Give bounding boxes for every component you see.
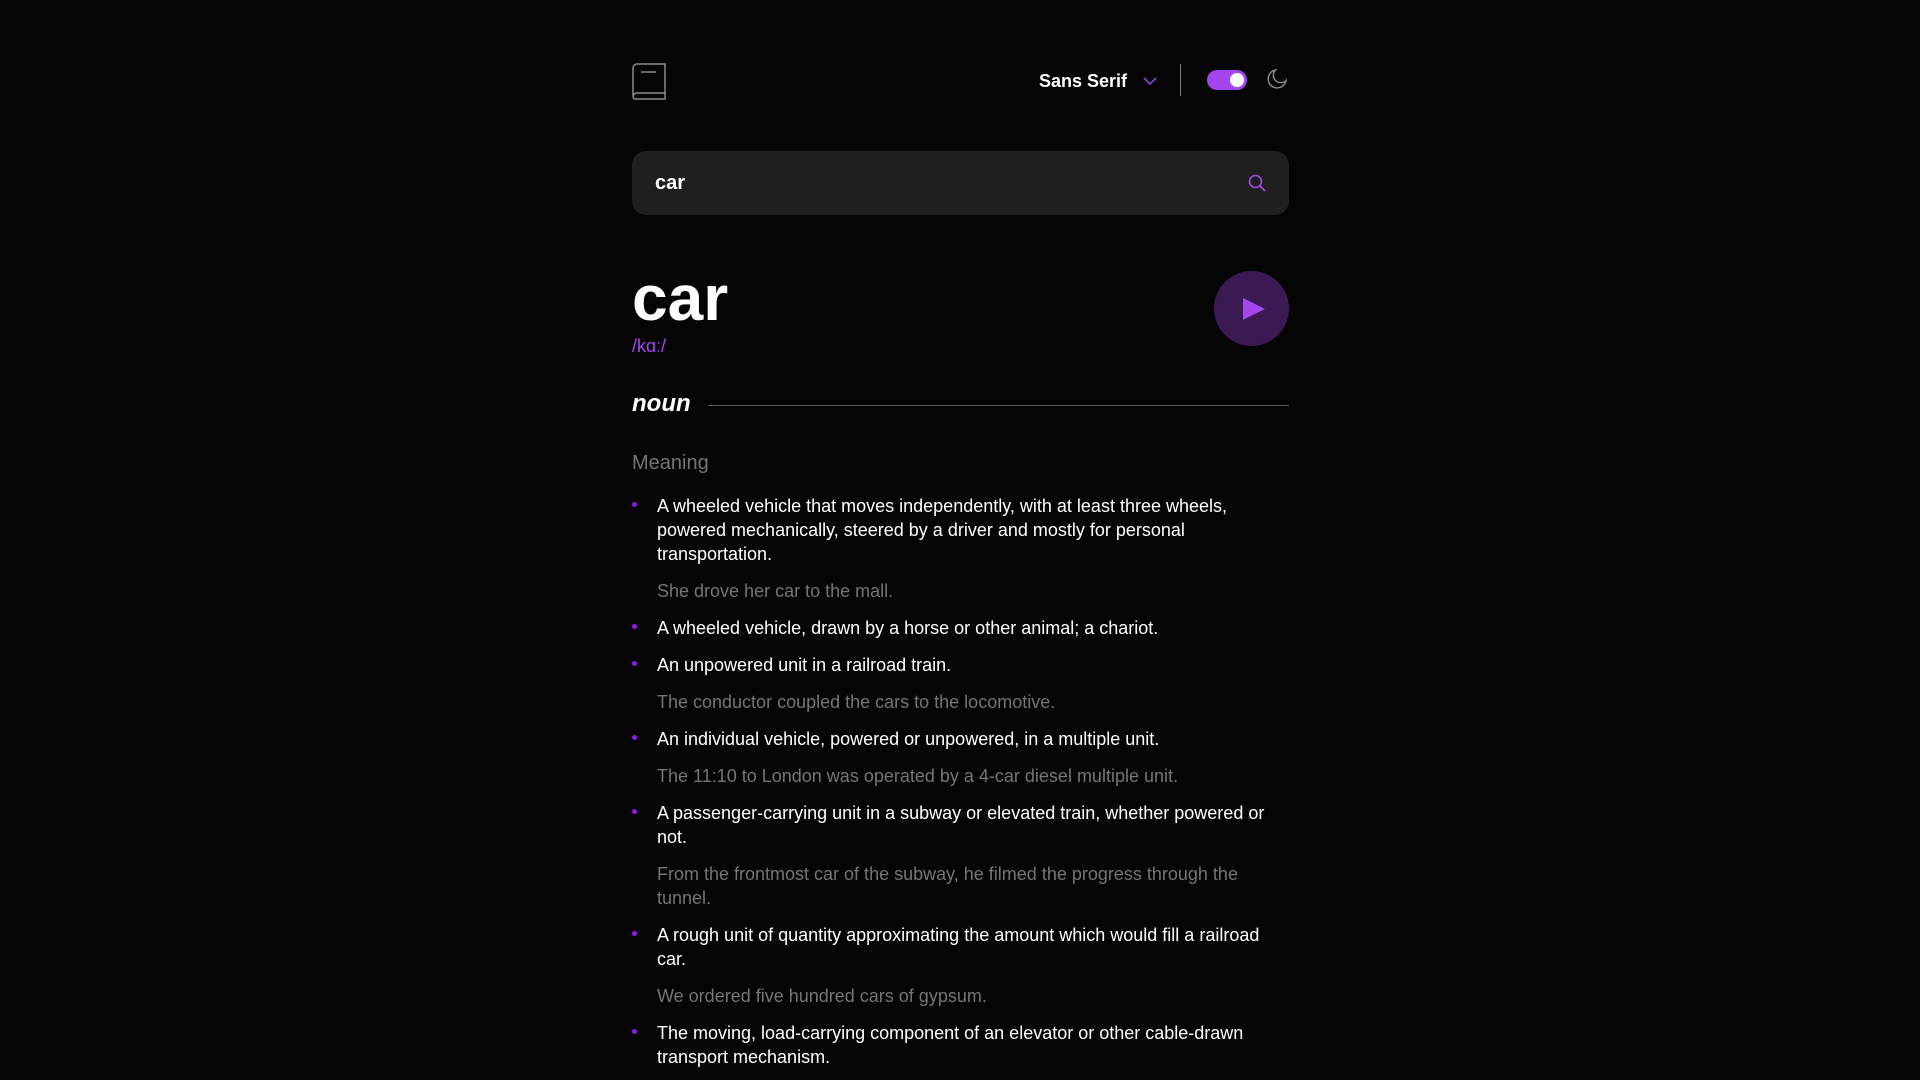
- bullet-icon: [632, 809, 637, 814]
- definition-text: An individual vehicle, powered or unpowe…: [657, 729, 1160, 749]
- definition-text: An unpowered unit in a railroad train.: [657, 655, 952, 675]
- dictionary-app: Sans Serif car /kɑː/: [0, 0, 1920, 1080]
- definition-item: An individual vehicle, powered or unpowe…: [632, 727, 1289, 788]
- header-divider: [1180, 64, 1181, 96]
- theme-toggle[interactable]: [1207, 70, 1247, 90]
- search-icon[interactable]: [1248, 174, 1266, 192]
- definition-text: The moving, load-carrying component of a…: [657, 1023, 1244, 1067]
- definition-example: From the frontmost car of the subway, he…: [657, 864, 1238, 908]
- play-audio-button[interactable]: [1214, 271, 1289, 346]
- play-icon: [1243, 298, 1265, 320]
- search-bar: [632, 151, 1289, 215]
- bullet-icon: [632, 624, 637, 629]
- book-icon[interactable]: [632, 63, 666, 100]
- word-title: car: [632, 262, 729, 334]
- chevron-down-icon: [1143, 76, 1157, 85]
- definition-item: A wheeled vehicle, drawn by a horse or o…: [632, 616, 1289, 640]
- toggle-knob: [1230, 73, 1244, 87]
- definition-item: An unpowered unit in a railroad train. T…: [632, 653, 1289, 714]
- definition-text: A passenger-carrying unit in a subway or…: [657, 803, 1265, 847]
- definition-example: She drove her car to the mall.: [657, 581, 894, 601]
- part-of-speech-row: noun: [632, 390, 1289, 422]
- bullet-icon: [632, 502, 637, 507]
- definition-text: A rough unit of quantity approximating t…: [657, 925, 1260, 969]
- definition-text: A wheeled vehicle that moves independent…: [657, 496, 1228, 564]
- search-input[interactable]: [655, 151, 1215, 215]
- meaning-heading: Meaning: [632, 452, 709, 474]
- bullet-icon: [632, 661, 637, 666]
- definition-example: The conductor coupled the cars to the lo…: [657, 692, 1056, 712]
- bullet-icon: [632, 1029, 637, 1034]
- definition-example: We ordered five hundred cars of gypsum.: [657, 986, 987, 1006]
- font-selector[interactable]: Sans Serif: [1039, 62, 1157, 100]
- bullet-icon: [632, 735, 637, 740]
- definition-item: A wheeled vehicle that moves independent…: [632, 494, 1289, 603]
- part-of-speech: noun: [632, 390, 691, 417]
- definition-text: A wheeled vehicle, drawn by a horse or o…: [657, 618, 1159, 638]
- moon-icon: [1267, 68, 1288, 89]
- definition-item: The moving, load-carrying component of a…: [632, 1021, 1289, 1069]
- definition-item: A passenger-carrying unit in a subway or…: [632, 801, 1289, 910]
- part-of-speech-divider: [708, 405, 1289, 406]
- definition-list: A wheeled vehicle that moves independent…: [632, 494, 1289, 1080]
- header: Sans Serif: [632, 62, 1289, 100]
- bullet-icon: [632, 931, 637, 936]
- definition-example: The 11:10 to London was operated by a 4-…: [657, 766, 1178, 786]
- definition-item: A rough unit of quantity approximating t…: [632, 923, 1289, 1008]
- font-selector-label: Sans Serif: [1038, 70, 1127, 91]
- phonetic: /kɑː/: [632, 336, 667, 356]
